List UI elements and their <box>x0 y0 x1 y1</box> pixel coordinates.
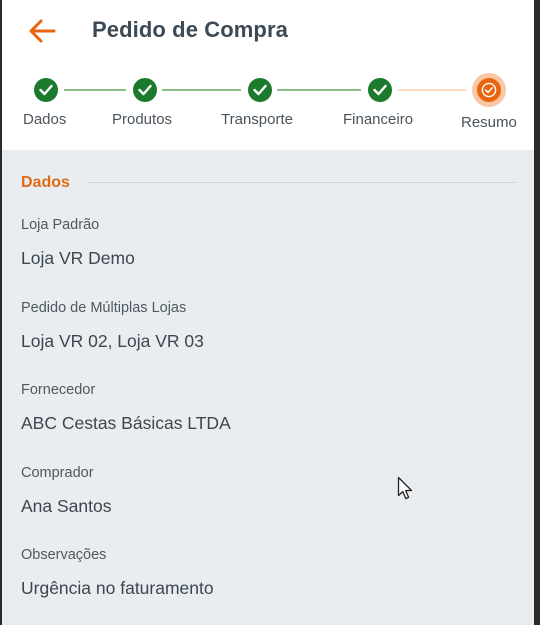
section-divider <box>88 182 516 183</box>
field-value-multiplas-lojas: Loja VR 02, Loja VR 03 <box>21 331 204 351</box>
check-icon <box>133 78 157 102</box>
page-title: Pedido de Compra <box>92 17 288 42</box>
step-label: Produtos <box>112 111 173 128</box>
field-value-observacoes: Urgência no faturamento <box>21 578 214 598</box>
progress-stepper: Dados Produtos Transporte Financeiro Res… <box>2 73 534 140</box>
field-label-loja-padrao: Loja Padrão <box>21 217 100 233</box>
step-label: Resumo <box>461 114 517 131</box>
check-icon <box>368 78 392 102</box>
mouse-pointer-icon <box>397 476 413 500</box>
step-connector <box>162 89 241 91</box>
field-label-observacoes: Observações <box>21 547 107 563</box>
check-icon <box>34 78 58 102</box>
field-value-loja-padrao: Loja VR Demo <box>21 248 135 268</box>
check-icon <box>248 78 272 102</box>
check-circle-icon <box>477 78 501 102</box>
step-connector <box>277 89 361 91</box>
field-label-comprador: Comprador <box>21 465 94 481</box>
step-label: Dados <box>23 111 67 128</box>
step-label: Transporte <box>221 111 293 128</box>
summary-content: Dados Loja Padrão Loja VR Demo Pedido de… <box>2 150 534 625</box>
step-connector <box>64 89 126 91</box>
field-value-fornecedor: ABC Cestas Básicas LTDA <box>21 413 231 433</box>
section-title: Dados <box>21 174 70 191</box>
field-value-comprador: Ana Santos <box>21 496 112 516</box>
field-label-fornecedor: Fornecedor <box>21 382 96 398</box>
field-label-multiplas-lojas: Pedido de Múltiplas Lojas <box>21 300 187 316</box>
back-button[interactable] <box>26 14 60 48</box>
arrow-left-icon <box>29 19 56 43</box>
app-header: Pedido de Compra Dados Produtos Transpor… <box>2 0 534 150</box>
step-connector <box>398 89 466 91</box>
step-label: Financeiro <box>343 111 414 128</box>
